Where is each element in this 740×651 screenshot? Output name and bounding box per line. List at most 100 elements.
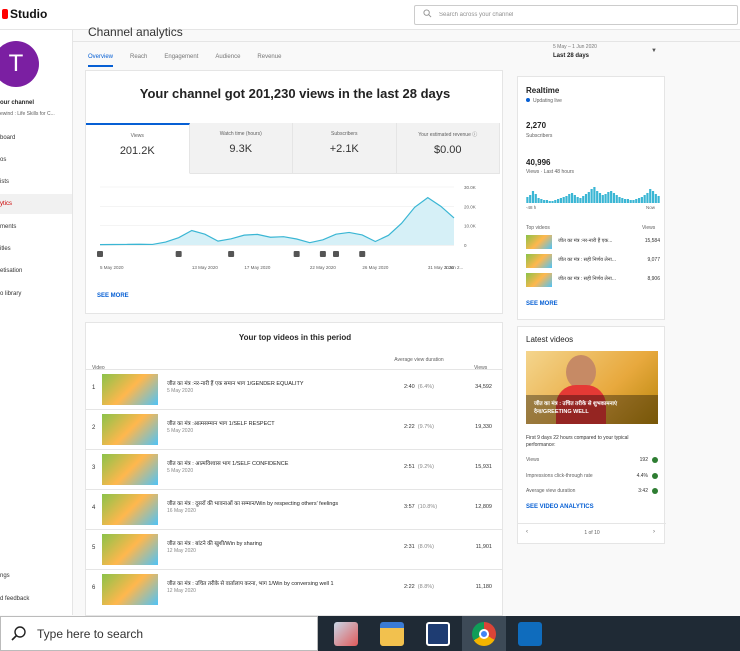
video-title[interactable]: जीत का मंत्र : उचित तरीके से वार्तालाप क… <box>167 579 334 587</box>
video-thumbnail[interactable] <box>102 414 158 445</box>
table-row[interactable]: 4 जीत का मंत्र : दूसरों की भावनाओं का सम्… <box>86 489 502 529</box>
realtime-bar <box>604 194 607 203</box>
logo-text: Studio <box>10 7 48 21</box>
dropdown-caret-icon[interactable]: ▼ <box>651 48 657 54</box>
solitaire-icon[interactable] <box>426 622 450 646</box>
next-chevron-icon[interactable]: › <box>653 529 655 535</box>
date-range-picker[interactable]: 5 May – 1 Jun 2020 Last 28 days <box>553 44 597 59</box>
tab-overview[interactable]: Overview <box>88 53 114 67</box>
realtime-top-video[interactable]: जीत का मंत्र : सही निर्णय लेना... 9,077 <box>526 253 660 269</box>
realtime-bar <box>640 197 643 203</box>
metric-watch-time[interactable]: Watch time (hours) 9.3K <box>189 123 293 174</box>
realtime-bar <box>570 193 574 203</box>
realtime-top-video[interactable]: जीत का मंत्र : सही निर्णय लेना... 8,906 <box>526 272 660 288</box>
avg-view-duration: 2:22 (8.8%) <box>404 584 434 590</box>
tab-engagement[interactable]: Engagement <box>164 53 198 67</box>
video-thumbnail[interactable] <box>102 374 158 405</box>
sidebar-item-analytics[interactable]: ytics <box>0 194 72 214</box>
duration-value: 2:40 <box>404 384 415 390</box>
sidebar-item-subtitles[interactable]: itles <box>0 239 72 259</box>
video-date: 5 May 2020 <box>167 428 194 434</box>
taskbar-search-text: Type here to search <box>37 627 144 641</box>
video-views: 9,077 <box>647 257 660 263</box>
video-title[interactable]: जीत का मंत्र :आत्मसम्मान भाग 1/SELF RESP… <box>167 419 275 427</box>
paint-app-icon[interactable] <box>334 622 358 646</box>
realtime-bar <box>565 196 568 203</box>
tab-reach[interactable]: Reach <box>130 53 147 67</box>
y-tick-label: 10.0K <box>464 224 476 229</box>
realtime-top-video[interactable]: जीत का मंत्र :नर-नारी हैं एक... 15,584 <box>526 234 660 250</box>
see-more-link[interactable]: SEE MORE <box>97 293 129 299</box>
sidebar-item-send-feedback[interactable]: d feedback <box>0 589 72 609</box>
video-views: 34,592 <box>475 384 492 390</box>
video-thumbnail[interactable] <box>102 574 158 605</box>
search-input[interactable] <box>439 8 729 22</box>
search-box[interactable] <box>414 5 738 25</box>
table-row[interactable]: 3 जीत का मंत्र : आत्मविश्वास भाग 1/SELF C… <box>86 449 502 489</box>
metric-revenue[interactable]: Your estimated revenue ⓘ $0.00 <box>396 123 500 174</box>
presenter-face <box>566 355 596 389</box>
event-marker-icon <box>228 251 235 257</box>
stat-label: Views <box>526 457 540 463</box>
taskbar-search[interactable]: Type here to search <box>0 616 318 651</box>
realtime-bar <box>543 200 546 203</box>
stat-value: 3:42 <box>638 488 648 494</box>
video-thumbnail <box>526 273 552 287</box>
realtime-bar <box>562 197 565 203</box>
video-title[interactable]: जीत का मंत्र :नर-नारी हैं एक समान भाग 1/… <box>167 379 304 387</box>
metric-tabs: Views 201.2K Watch time (hours) 9.3K Sub… <box>86 123 500 174</box>
realtime-title: Realtime <box>526 86 560 95</box>
x-tick-label: 26 May 2020 <box>362 265 389 270</box>
video-title[interactable]: जीत का मंत्र : दूसरों की भावनाओं का सम्म… <box>167 499 338 507</box>
latest-video-title: जीत का मंत्र : उचित तरीके से शुभकामनाएं … <box>534 401 618 415</box>
page-title: Channel analytics <box>88 25 183 39</box>
sidebar-item-videos[interactable]: os <box>0 150 72 170</box>
stat-value: 4.4% <box>636 473 648 479</box>
chart-area <box>100 197 454 245</box>
check-icon <box>652 457 658 463</box>
sidebar-item-monetisation[interactable]: etisation <box>0 261 72 281</box>
realtime-bar <box>590 189 593 203</box>
realtime-views-col: Views <box>642 225 656 231</box>
sidebar-item-comments[interactable]: ments <box>0 217 72 237</box>
file-explorer-icon[interactable] <box>380 622 404 646</box>
sidebar-item-settings[interactable]: ngs <box>0 566 72 586</box>
duration-value: 2:22 <box>404 424 415 430</box>
realtime-bar <box>548 201 551 203</box>
realtime-bar <box>629 200 632 203</box>
video-date: 5 May 2020 <box>167 468 194 474</box>
sidebar-item-dashboard[interactable]: board <box>0 128 72 148</box>
table-row[interactable]: 5 जीत का मंत्र : बांटने की खुशी/Win by sh… <box>86 529 502 569</box>
realtime-bar <box>601 195 604 203</box>
sidebar-item-audio-library[interactable]: o library <box>0 284 72 304</box>
studio-logo[interactable]: Studio <box>2 7 47 21</box>
duration-percent: (10.8%) <box>417 504 438 510</box>
video-title: जीत का मंत्र : सही निर्णय लेना... <box>558 257 617 263</box>
metric-subscribers[interactable]: Subscribers +2.1K <box>293 123 397 174</box>
video-thumbnail[interactable] <box>102 454 158 485</box>
latest-video-thumbnail[interactable]: जीत का मंत्र : उचित तरीके से शुभकामनाएं … <box>526 351 658 424</box>
video-title[interactable]: जीत का मंत्र : आत्मविश्वास भाग 1/SELF CO… <box>167 459 288 467</box>
avatar[interactable]: T <box>0 41 39 87</box>
video-thumbnail[interactable] <box>102 494 158 525</box>
metric-views[interactable]: Views 201.2K <box>86 123 190 174</box>
video-rank: 6 <box>92 585 96 591</box>
realtime-bar <box>621 198 624 203</box>
realtime-bar <box>576 197 579 203</box>
sidebar-item-playlists[interactable]: ists <box>0 172 72 192</box>
realtime-bar <box>612 193 616 203</box>
realtime-see-more-link[interactable]: SEE MORE <box>526 301 558 307</box>
chrome-icon[interactable] <box>472 622 496 646</box>
see-video-analytics-link[interactable]: SEE VIDEO ANALYTICS <box>526 504 594 510</box>
table-row[interactable]: 1 जीत का मंत्र :नर-नारी हैं एक समान भाग 1… <box>86 369 502 409</box>
realtime-top-label: Top videos <box>526 225 550 231</box>
tab-audience[interactable]: Audience <box>215 53 240 67</box>
outlook-icon[interactable] <box>518 622 542 646</box>
tab-revenue[interactable]: Revenue <box>257 53 281 67</box>
table-row[interactable]: 2 जीत का मंत्र :आत्मसम्मान भाग 1/SELF RES… <box>86 409 502 449</box>
video-title[interactable]: जीत का मंत्र : बांटने की खुशी/Win by sha… <box>167 539 262 547</box>
analytics-tabs: Overview Reach Engagement Audience Reven… <box>88 53 281 67</box>
table-row[interactable]: 6 जीत का मंत्र : उचित तरीके से वार्तालाप … <box>86 569 502 609</box>
realtime-bar <box>596 191 599 203</box>
video-thumbnail[interactable] <box>102 534 158 565</box>
